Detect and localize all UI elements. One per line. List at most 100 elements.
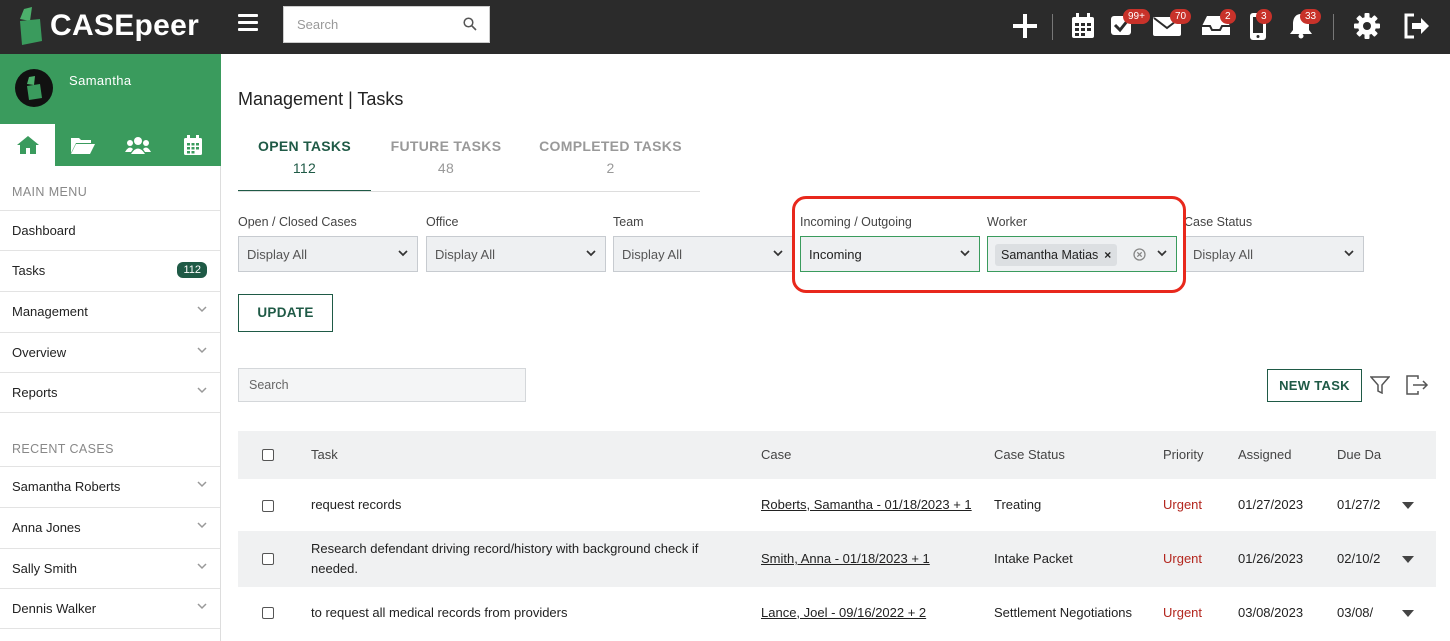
recent-case-item[interactable]: Sally Smith	[0, 548, 220, 589]
chevron-down-icon	[197, 522, 207, 529]
avatar[interactable]	[15, 69, 53, 107]
mail-badge: 70	[1170, 9, 1192, 24]
global-search-input[interactable]	[284, 7, 454, 42]
tab-completed-tasks[interactable]: COMPLETED TASKS 2	[533, 138, 688, 192]
case-status-select[interactable]: Display All	[1184, 236, 1364, 272]
phone-badge: 3	[1256, 9, 1272, 24]
tab-future-tasks[interactable]: FUTURE TASKS 48	[381, 138, 511, 192]
column-header-task[interactable]: Task	[311, 447, 338, 462]
filter-icon[interactable]	[1370, 376, 1390, 394]
calendar-icon	[183, 135, 202, 155]
top-navbar: CASEpeer 99+ 70 2 3 33	[0, 0, 1450, 54]
task-name: to request all medical records from prov…	[311, 605, 568, 620]
sidebar-item-overview[interactable]: Overview	[0, 332, 220, 373]
tab-count: 48	[437, 160, 455, 176]
divider	[1333, 14, 1334, 40]
main-menu-heading: MAIN MENU	[12, 185, 88, 199]
due-date: 02/10/2	[1337, 551, 1381, 566]
chevron-down-icon	[773, 250, 783, 257]
sidebar-item-tasks[interactable]: Tasks 112	[0, 250, 220, 291]
page-title: Management | Tasks	[238, 89, 404, 109]
team-select[interactable]: Display All	[613, 236, 793, 272]
caret-down-icon[interactable]	[1402, 610, 1414, 617]
case-status: Treating	[994, 497, 1042, 512]
recent-case-item[interactable]: Dennis Walker	[0, 588, 220, 629]
row-checkbox[interactable]	[262, 607, 274, 619]
caret-down-icon[interactable]	[1402, 502, 1414, 509]
mail[interactable]: 70	[1152, 9, 1192, 41]
logout-icon[interactable]	[1402, 11, 1432, 41]
chevron-down-icon	[197, 563, 207, 570]
recent-case-label: Anna Jones	[12, 520, 81, 535]
tasks-check[interactable]: 99+	[1109, 9, 1150, 41]
user-panel: Samantha	[0, 54, 221, 124]
sidebar-item-reports[interactable]: Reports	[0, 372, 220, 413]
tab-calendar[interactable]	[165, 124, 220, 166]
calendar-icon[interactable]	[1068, 11, 1098, 41]
user-name: Samantha	[69, 73, 132, 88]
recent-case-label: Dennis Walker	[12, 601, 97, 616]
case-link[interactable]: Smith, Anna - 01/18/2023 + 1	[761, 551, 930, 566]
case-link[interactable]: Lance, Joel - 09/16/2022 + 2	[761, 605, 926, 620]
task-name-line1: Research defendant driving record/histor…	[311, 541, 699, 556]
tab-cases[interactable]	[55, 124, 110, 166]
export-icon[interactable]	[1405, 375, 1429, 395]
sidebar-item-label: Dashboard	[12, 223, 76, 238]
column-header-priority[interactable]: Priority	[1163, 447, 1203, 462]
recent-case-item[interactable]: Anna Jones	[0, 507, 220, 548]
chevron-down-icon	[197, 387, 207, 394]
divider	[1052, 14, 1053, 40]
new-task-button[interactable]: NEW TASK	[1267, 369, 1362, 402]
update-button[interactable]: UPDATE	[238, 294, 333, 332]
chevron-down-icon	[197, 603, 207, 610]
filter-label: Case Status	[1184, 215, 1253, 229]
task-name: request records	[311, 497, 402, 512]
sidebar-item-dashboard[interactable]: Dashboard	[0, 210, 220, 251]
select-value: Display All	[247, 247, 307, 262]
priority: Urgent	[1163, 551, 1203, 566]
table-row: request records Roberts, Samantha - 01/1…	[238, 479, 1436, 531]
tab-open-tasks[interactable]: OPEN TASKS 112	[238, 138, 371, 192]
office-select[interactable]: Display All	[426, 236, 606, 272]
global-search	[283, 6, 490, 43]
case-link[interactable]: Roberts, Samantha - 01/18/2023 + 1	[761, 497, 972, 512]
tabs-divider	[238, 191, 700, 192]
case-status: Intake Packet	[994, 551, 1073, 566]
sidebar-item-management[interactable]: Management	[0, 291, 220, 332]
hamburger-menu-icon[interactable]	[238, 14, 258, 34]
open-closed-select[interactable]: Display All	[238, 236, 418, 272]
plus-icon[interactable]	[1010, 11, 1040, 41]
select-value: Display All	[622, 247, 682, 262]
caret-down-icon[interactable]	[1402, 556, 1414, 563]
table-search-input[interactable]	[239, 369, 519, 401]
row-checkbox[interactable]	[262, 553, 274, 565]
tab-label: FUTURE TASKS	[390, 138, 502, 154]
due-date: 01/27/2	[1337, 497, 1381, 512]
sidebar: Samantha MAIN MENU Dashboard Tasks 112 Ma…	[0, 54, 221, 641]
column-header-assigned[interactable]: Assigned	[1238, 447, 1291, 462]
phone[interactable]: 3	[1248, 9, 1278, 41]
select-all-checkbox[interactable]	[262, 449, 274, 461]
table-header: Task Case Case Status Priority Assigned …	[238, 431, 1436, 479]
tab-home[interactable]	[0, 124, 55, 166]
chevron-down-icon	[197, 481, 207, 488]
tab-count: 112	[292, 160, 317, 176]
column-header-case-status[interactable]: Case Status	[994, 447, 1065, 462]
tab-contacts[interactable]	[110, 124, 165, 166]
users-icon	[124, 137, 151, 154]
sidebar-item-label: Overview	[12, 345, 67, 360]
inbox[interactable]: 2	[1200, 9, 1236, 41]
gear-icon[interactable]	[1352, 11, 1382, 41]
casepeer-logo[interactable]: CASEpeer	[14, 5, 214, 49]
notifications[interactable]: 33	[1288, 9, 1322, 41]
table-row: to request all medical records from prov…	[238, 587, 1436, 639]
column-header-due-date[interactable]: Due Da	[1337, 447, 1381, 462]
notifications-badge: 33	[1300, 9, 1322, 24]
highlight-annotation	[792, 196, 1186, 293]
column-header-case[interactable]: Case	[761, 447, 791, 462]
logo-mark-icon	[20, 7, 42, 45]
logo-mark-icon	[27, 76, 42, 100]
recent-case-item[interactable]: Samantha Roberts	[0, 466, 220, 507]
row-checkbox[interactable]	[262, 500, 274, 512]
search-icon[interactable]	[463, 17, 477, 31]
